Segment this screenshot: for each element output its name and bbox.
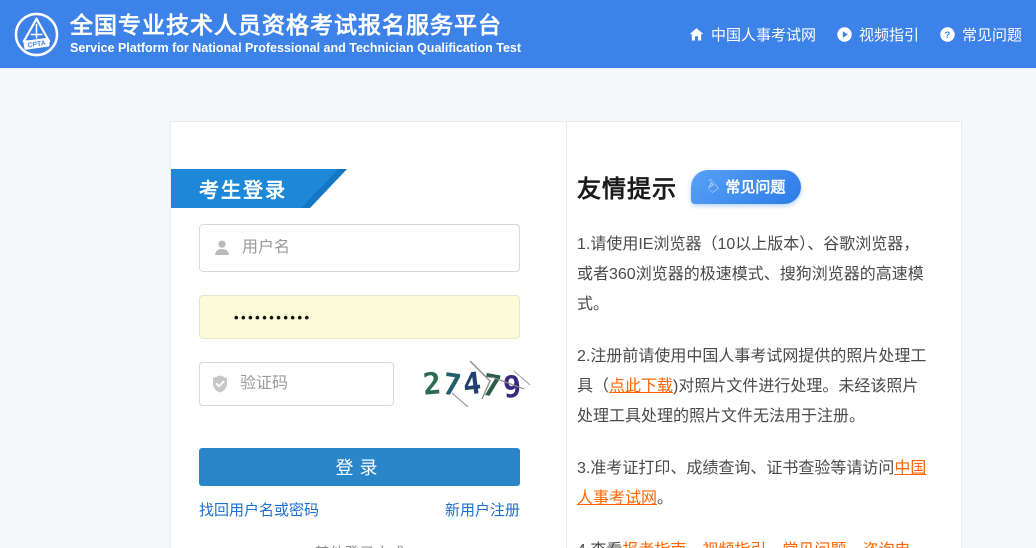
tip-text: 、 (686, 542, 702, 548)
captcha-image[interactable]: 2 7 4 7 9 (412, 359, 532, 409)
user-icon (212, 238, 232, 258)
page-title: 全国专业技术人员资格考试报名服务平台 (70, 12, 521, 38)
nav-label: 常见问题 (962, 24, 1022, 45)
captcha-digit: 2 (421, 366, 442, 402)
faq-badge-label: 常见问题 (725, 176, 785, 197)
nav-label: 中国人事考试网 (711, 24, 816, 45)
tip-item-4: 4.查看报考指南、视频指引、常见问题、咨询电话。 (577, 536, 933, 548)
login-panel: 考生登录 2 (171, 122, 552, 548)
tips-heading: 友情提示 (577, 169, 677, 204)
download-link[interactable]: 点此下载 (609, 378, 673, 395)
password-input[interactable] (199, 295, 520, 339)
tip-item-2: 2.注册前请使用中国人事考试网提供的照片处理工具（点此下载)对照片文件进行处理。… (577, 342, 933, 432)
forgot-credentials-link[interactable]: 找回用户名或密码 (199, 499, 319, 520)
svg-text:?: ? (945, 29, 951, 39)
login-button[interactable]: 登录 (199, 448, 520, 486)
other-login-divider: 其他登录方式 (199, 542, 520, 548)
brand: CPTA 全国专业技术人员资格考试报名服务平台 Service Platform… (13, 11, 688, 58)
captcha-field (199, 362, 394, 406)
tip-text: 1.请使用IE浏览器（10以上版本）、谷歌浏览器，或者360浏览器的极速模式、搜… (577, 236, 924, 313)
tip-text: 3.准考证打印、成绩查询、证书查验等请访问 (577, 460, 894, 477)
cpta-logo: CPTA (13, 11, 60, 58)
nav-label: 视频指引 (859, 24, 919, 45)
top-nav: 中国人事考试网 视频指引 ? 常见问题 (688, 24, 1022, 45)
captcha-input[interactable] (240, 375, 383, 393)
home-icon (688, 26, 705, 43)
faq-badge[interactable]: ☝ 常见问题 (691, 170, 801, 204)
page-subtitle: Service Platform for National Profession… (70, 40, 521, 56)
nav-link-cpta-site[interactable]: 中国人事考试网 (688, 24, 816, 45)
captcha-digit: 7 (480, 367, 504, 405)
tip-text: 、 (766, 542, 782, 548)
tip-item-1: 1.请使用IE浏览器（10以上版本）、谷歌浏览器，或者360浏览器的极速模式、搜… (577, 230, 933, 320)
pointing-hand-icon: ☝ (703, 177, 722, 197)
brand-text: 全国专业技术人员资格考试报名服务平台 Service Platform for … (70, 12, 521, 56)
video-guide-link[interactable]: 视频指引 (702, 542, 766, 548)
username-field (199, 224, 520, 272)
captcha-row: 2 7 4 7 9 (199, 359, 520, 409)
tips-panel: 友情提示 ☝ 常见问题 1.请使用IE浏览器（10以上版本）、谷歌浏览器，或者3… (552, 122, 961, 548)
register-link[interactable]: 新用户注册 (445, 499, 520, 520)
banner-label: 考生登录 (171, 174, 287, 203)
captcha-digit: 7 (440, 366, 463, 403)
svg-text:CPTA: CPTA (27, 40, 46, 49)
play-circle-icon (836, 26, 853, 43)
top-header: CPTA 全国专业技术人员资格考试报名服务平台 Service Platform… (0, 0, 1036, 68)
nav-link-faq[interactable]: ? 常见问题 (939, 24, 1022, 45)
tip-item-3: 3.准考证打印、成绩查询、证书查验等请访问中国人事考试网。 (577, 454, 933, 514)
vertical-divider (566, 122, 567, 548)
captcha-digit: 9 (502, 369, 522, 405)
faq-link[interactable]: 常见问题 (782, 542, 846, 548)
tip-text: 、 (846, 542, 862, 548)
nav-link-video-guide[interactable]: 视频指引 (836, 24, 919, 45)
tips-header: 友情提示 ☝ 常见问题 (577, 169, 933, 204)
tip-text: 4.查看 (577, 542, 622, 548)
login-banner: 考生登录 (171, 169, 347, 208)
login-links: 找回用户名或密码 新用户注册 (199, 499, 520, 520)
question-circle-icon: ? (939, 26, 956, 43)
tip-text: 。 (657, 490, 673, 507)
other-login-label: 其他登录方式 (315, 542, 405, 548)
username-input[interactable] (242, 239, 507, 257)
exam-guide-link[interactable]: 报考指南 (622, 542, 686, 548)
shield-check-icon (210, 374, 230, 394)
main-card: 考生登录 2 (170, 121, 962, 548)
